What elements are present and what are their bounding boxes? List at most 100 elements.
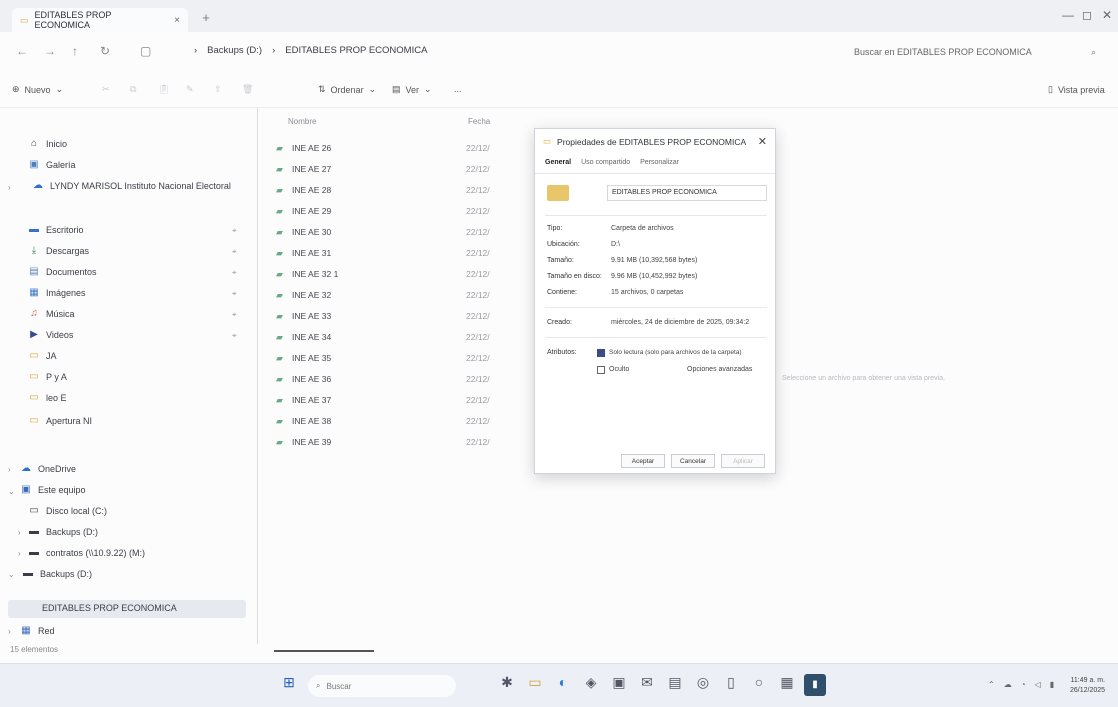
chevron-right-icon[interactable]: › <box>18 528 21 537</box>
folder-name-field[interactable]: EDITABLES PROP ECONOMICA <box>607 185 767 201</box>
list-item[interactable]: ▰ INE AE 30 22/12/ <box>276 222 506 242</box>
list-item[interactable]: ▰ INE AE 32 22/12/ <box>276 285 506 305</box>
list-item[interactable]: ▰ INE AE 37 22/12/ <box>276 390 506 410</box>
sidebar-item-onedrive[interactable]: ☁ OneDrive <box>20 463 76 474</box>
list-item[interactable]: ▰ INE AE 33 22/12/ <box>276 306 506 326</box>
chevron-up-icon[interactable]: ⌃ <box>988 680 995 689</box>
delete-icon[interactable]: 🗑︎ <box>242 84 253 95</box>
list-item[interactable]: ▰ INE AE 26 22/12/ <box>276 138 506 158</box>
apply-button[interactable]: Aplicar <box>721 454 765 468</box>
battery-icon[interactable]: ▮ <box>1050 680 1054 689</box>
list-item[interactable]: ▰ INE AE 36 22/12/ <box>276 369 506 389</box>
close-window-icon[interactable]: ✕ <box>1102 8 1112 22</box>
view-button[interactable]: ▤ Ver ⌄ <box>392 84 432 95</box>
list-item[interactable]: ▰ INE AE 38 22/12/ <box>276 411 506 431</box>
start-icon[interactable]: ⊞ <box>278 674 300 696</box>
sidebar-item-videos[interactable]: ▶ Videos <box>28 329 73 340</box>
dialog-close-icon[interactable]: ✕ <box>758 135 767 148</box>
copilot-icon[interactable]: ◈ <box>580 674 602 696</box>
chrome-icon[interactable]: ◎ <box>692 674 714 696</box>
share-icon[interactable]: ⇪ <box>214 84 222 95</box>
list-item[interactable]: ▰ INE AE 32 1 22/12/ <box>276 264 506 284</box>
pc-icon[interactable]: ▢ <box>140 44 151 58</box>
more-options-button[interactable]: ... <box>454 84 462 94</box>
close-tab-icon[interactable]: × <box>174 15 180 26</box>
up-icon[interactable]: ↑ <box>72 44 78 58</box>
advanced-options-button[interactable]: Opciones avanzadas <box>687 366 752 373</box>
list-item[interactable]: ▰ INE AE 35 22/12/ <box>276 348 506 368</box>
clock[interactable]: 11:49 a. m. 26/12/2025 <box>1070 676 1105 696</box>
mail-icon[interactable]: ✉ <box>636 674 658 696</box>
wifi-icon[interactable]: ◔ <box>1021 680 1026 689</box>
sidebar-item-apertura[interactable]: ▭ Apertura NI <box>28 415 92 426</box>
folder-icon[interactable]: ▤ <box>664 674 686 696</box>
tab-sharing[interactable]: Uso compartido <box>581 159 630 166</box>
back-icon[interactable]: ← <box>16 44 28 58</box>
list-item[interactable]: ▰ INE AE 31 22/12/ <box>276 243 506 263</box>
sidebar-item-downloads[interactable]: ⤓ Descargas <box>28 245 89 256</box>
document-icon[interactable]: ▯ <box>720 674 742 696</box>
breadcrumb-item-backups[interactable]: Backups (D:) <box>207 45 262 56</box>
store-icon[interactable]: ▣ <box>608 674 630 696</box>
readonly-checkbox[interactable] <box>597 349 605 357</box>
list-item[interactable]: ▰ INE AE 27 22/12/ <box>276 159 506 179</box>
preview-button[interactable]: ▯ Vista previa <box>1048 84 1105 95</box>
sidebar-item-drive-d[interactable]: ▬ Backups (D:) <box>28 526 98 537</box>
sidebar-item-editables[interactable]: EDITABLES PROP ECONOMICA <box>42 603 177 613</box>
chevron-down-icon[interactable]: ⌄ <box>8 487 15 496</box>
search-input[interactable]: Buscar en EDITABLES PROP ECONOMICA ⌕ <box>844 40 1106 64</box>
chevron-right-icon[interactable]: › <box>8 465 11 474</box>
rename-icon[interactable]: ✎ <box>186 84 194 95</box>
sidebar-item-gallery[interactable]: ▣ Galería <box>28 159 75 170</box>
edge-icon[interactable]: ◐ <box>552 674 574 696</box>
sidebar-item-drive-c[interactable]: ▭ Disco local (C:) <box>28 505 107 516</box>
list-item[interactable]: ▰ INE AE 39 22/12/ <box>276 432 506 452</box>
horizontal-scrollbar[interactable] <box>274 650 374 652</box>
sort-button[interactable]: ⇅ Ordenar ⌄ <box>318 84 376 95</box>
minimize-icon[interactable]: — <box>1062 8 1074 22</box>
sidebar-item-pictures[interactable]: ▦ Imágenes <box>28 287 85 298</box>
cancel-button[interactable]: Cancelar <box>671 454 715 468</box>
copy-icon[interactable]: ⧉ <box>130 84 136 95</box>
tab-customize[interactable]: Personalizar <box>640 159 679 166</box>
list-item[interactable]: ▰ INE AE 28 22/12/ <box>276 180 506 200</box>
breadcrumb-item-current[interactable]: EDITABLES PROP ECONOMICA <box>285 45 427 56</box>
terminal-icon[interactable]: ▮ <box>804 674 826 696</box>
refresh-icon[interactable]: ↻ <box>100 44 110 58</box>
new-tab-button[interactable]: + <box>196 10 216 28</box>
sidebar-item-desktop[interactable]: ▬ Escritorio <box>28 224 84 235</box>
sidebar-item-music[interactable]: ♫ Música <box>28 308 74 319</box>
sidebar-item-drive-m[interactable]: ▬ contratos (\\10.9.22) (M:) <box>28 547 145 558</box>
cloud-icon[interactable]: ☁ <box>1004 680 1012 689</box>
cut-icon[interactable]: ✂ <box>102 84 110 95</box>
maximize-icon[interactable]: ◻ <box>1082 8 1092 22</box>
circle-app-icon[interactable]: ○ <box>748 674 770 696</box>
column-header-date[interactable]: Fecha <box>468 117 490 126</box>
sidebar-item-pya[interactable]: ▭ P y A <box>28 371 67 382</box>
list-item[interactable]: ▰ INE AE 34 22/12/ <box>276 327 506 347</box>
widgets-icon[interactable]: ✱ <box>496 674 518 696</box>
new-button[interactable]: ⊕ Nuevo ⌄ <box>12 84 63 95</box>
sidebar-item-leo[interactable]: ▭ leo E <box>28 392 66 403</box>
paste-icon[interactable]: 📋︎ <box>158 84 169 95</box>
sidebar-item-backups-expanded[interactable]: ▬ Backups (D:) <box>22 568 92 579</box>
volume-icon[interactable]: ◁ <box>1035 680 1041 689</box>
hidden-checkbox[interactable] <box>597 366 605 374</box>
sidebar-item-this-pc[interactable]: ▣ Este equipo <box>20 484 85 495</box>
sidebar-item-ja[interactable]: ▭ JA <box>28 350 56 361</box>
app-icon[interactable]: ▦ <box>776 674 798 696</box>
file-explorer-icon[interactable]: ▭ <box>524 674 546 696</box>
tab-general[interactable]: General <box>545 159 571 166</box>
list-item[interactable]: ▰ INE AE 29 22/12/ <box>276 201 506 221</box>
column-header-name[interactable]: Nombre <box>288 117 316 126</box>
explorer-tab[interactable]: ▭ EDITABLES PROP ECONOMICA × <box>12 8 188 32</box>
chevron-right-icon[interactable]: › <box>8 183 11 192</box>
sidebar-item-documents[interactable]: ▤ Documentos <box>28 266 96 277</box>
taskbar-search[interactable]: ⌕ Buscar <box>308 675 456 697</box>
chevron-right-icon[interactable]: › <box>18 549 21 558</box>
sidebar-item-onedrive-account[interactable]: ☁ LYNDY MARISOL Instituto Nacional Electo… <box>32 180 231 191</box>
forward-icon[interactable]: → <box>44 44 56 58</box>
ok-button[interactable]: Aceptar <box>621 454 665 468</box>
sidebar-item-home[interactable]: ⌂ Inicio <box>28 138 67 149</box>
chevron-down-icon[interactable]: ⌄ <box>8 570 15 579</box>
